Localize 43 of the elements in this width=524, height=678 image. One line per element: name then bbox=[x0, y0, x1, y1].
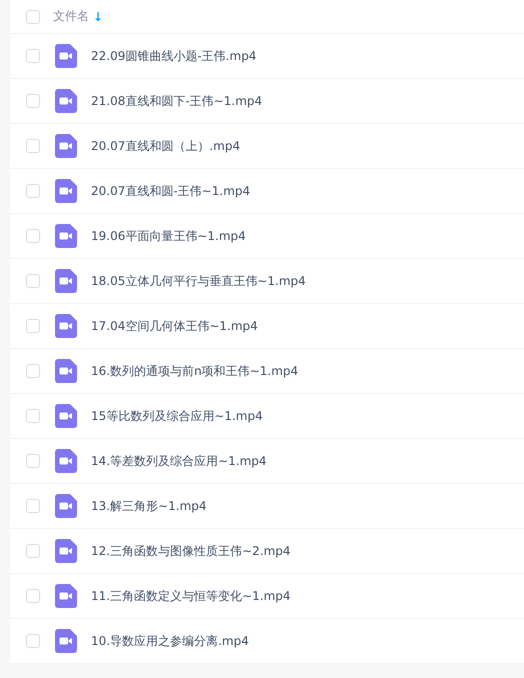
file-name[interactable]: 16.数列的通项与前n项和王伟~1.mp4 bbox=[91, 362, 298, 380]
file-name[interactable]: 14.等差数列及综合应用~1.mp4 bbox=[91, 452, 267, 470]
checkbox[interactable] bbox=[26, 49, 40, 63]
file-name[interactable]: 19.06平面向量王伟~1.mp4 bbox=[91, 228, 246, 244]
file-name[interactable]: 13.解三角形~1.mp4 bbox=[91, 498, 207, 514]
file-name[interactable]: 20.07直线和圆-王伟~1.mp4 bbox=[91, 182, 250, 200]
checkbox[interactable] bbox=[26, 589, 40, 603]
video-file-icon bbox=[55, 539, 77, 563]
video-file-icon bbox=[55, 134, 77, 158]
checkbox[interactable] bbox=[26, 94, 40, 108]
video-file-icon bbox=[55, 404, 77, 428]
video-file-icon bbox=[55, 494, 77, 518]
checkbox[interactable] bbox=[26, 499, 40, 513]
checkbox[interactable] bbox=[26, 184, 40, 198]
video-file-icon bbox=[55, 224, 77, 248]
checkbox[interactable] bbox=[26, 274, 40, 288]
checkbox[interactable] bbox=[26, 139, 40, 153]
video-file-icon bbox=[55, 629, 77, 653]
checkbox[interactable] bbox=[26, 319, 40, 333]
checkbox[interactable] bbox=[26, 229, 40, 243]
checkbox[interactable] bbox=[26, 454, 40, 468]
video-file-icon bbox=[55, 359, 77, 383]
file-name[interactable]: 11.三角函数定义与恒等变化~1.mp4 bbox=[91, 588, 291, 604]
video-file-icon bbox=[55, 44, 77, 68]
file-name[interactable]: 18.05立体几何平行与垂直王伟~1.mp4 bbox=[91, 272, 306, 290]
video-file-icon bbox=[55, 269, 77, 293]
video-file-icon bbox=[55, 89, 77, 113]
checkbox[interactable] bbox=[26, 364, 40, 378]
file-name[interactable]: 15等比数列及综合应用~1.mp4 bbox=[91, 408, 263, 424]
file-name[interactable]: 21.08直线和圆下-王伟~1.mp4 bbox=[91, 92, 262, 110]
checkbox[interactable] bbox=[26, 634, 40, 648]
file-name[interactable]: 12.三角函数与图像性质王伟~2.mp4 bbox=[91, 542, 291, 560]
checkbox[interactable] bbox=[26, 544, 40, 558]
file-name[interactable]: 10.导数应用之参编分离.mp4 bbox=[91, 632, 249, 650]
video-file-icon bbox=[55, 179, 77, 203]
file-name[interactable]: 22.09圆锥曲线小题-王伟.mp4 bbox=[91, 48, 256, 64]
checkbox[interactable] bbox=[26, 10, 40, 24]
checkbox[interactable] bbox=[26, 409, 40, 423]
file-name[interactable]: 20.07直线和圆（上）.mp4 bbox=[91, 138, 240, 154]
file-name[interactable]: 17.04空间几何体王伟~1.mp4 bbox=[91, 318, 258, 334]
video-file-icon bbox=[55, 449, 77, 473]
video-file-icon bbox=[55, 314, 77, 338]
video-file-icon bbox=[55, 584, 77, 608]
